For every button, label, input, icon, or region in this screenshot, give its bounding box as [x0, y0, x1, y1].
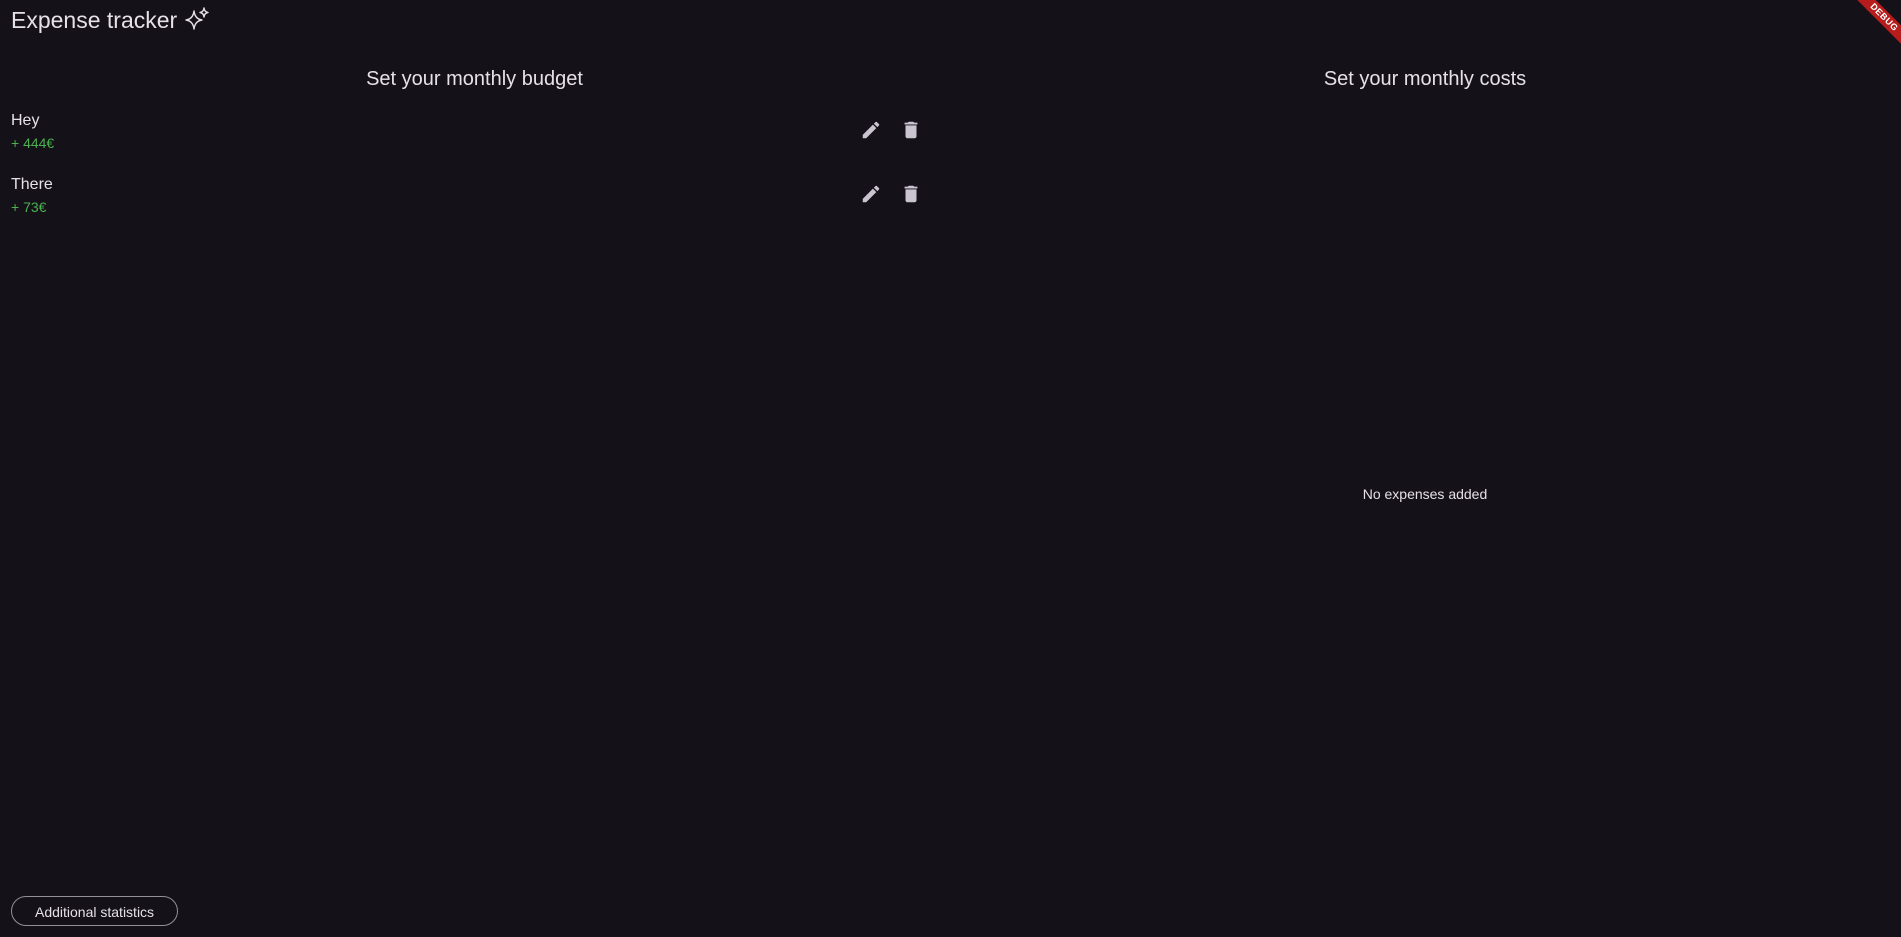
costs-section-title: Set your monthly costs — [1323, 68, 1527, 90]
budget-section-title: Set your monthly budget — [366, 68, 583, 90]
delete-budget-button[interactable] — [897, 116, 925, 144]
budget-list-item: Hey + 444€ — [0, 110, 949, 174]
trash-icon — [904, 121, 918, 139]
additional-statistics-button[interactable]: Additional statistics — [11, 896, 179, 926]
debug-banner-label: DEBUG — [1847, 0, 1901, 54]
budget-list-item: There + 73€ — [0, 174, 949, 238]
delete-budget-button[interactable] — [897, 180, 925, 208]
budget-item-name: There — [11, 176, 53, 193]
budget-list: Hey + 444€ There + 73€ — [0, 110, 949, 238]
budget-item-amount: + 444€ — [11, 135, 55, 151]
sparkle-icon — [183, 6, 211, 34]
costs-section: Set your monthly costs No expenses added — [949, 60, 1901, 900]
app-bar: Expense tracker — [11, 4, 211, 36]
edit-budget-button[interactable] — [857, 116, 885, 144]
pencil-icon — [862, 185, 880, 203]
budget-section: Set your monthly budget Hey + 444€ There… — [0, 60, 949, 238]
debug-banner: DEBUG — [1841, 0, 1901, 60]
budget-item-name: Hey — [11, 112, 40, 129]
trash-icon — [904, 185, 918, 203]
edit-budget-button[interactable] — [857, 180, 885, 208]
no-expenses-message: No expenses added — [1362, 486, 1488, 502]
app-title: Expense tracker — [11, 6, 178, 33]
pencil-icon — [862, 121, 880, 139]
budget-item-amount: + 73€ — [11, 199, 47, 215]
